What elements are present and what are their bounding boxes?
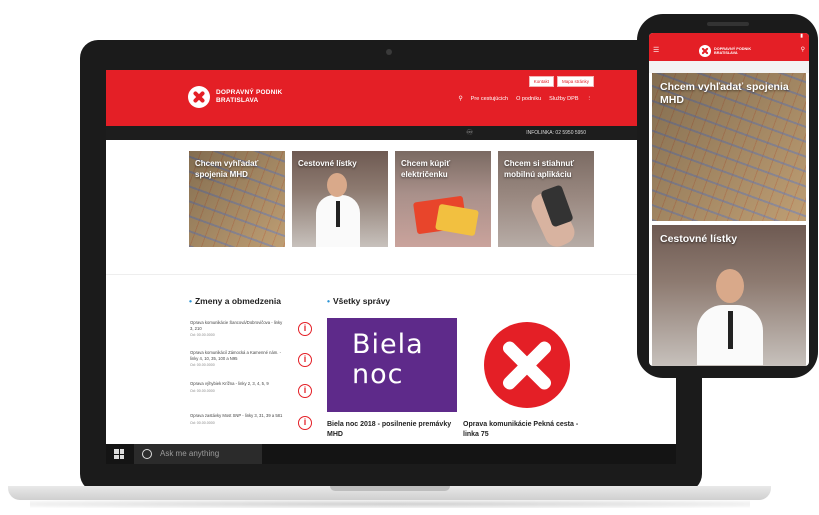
device-mockup: DOPRAVNÝ PODNIK BRATISLAVA Kontakt Mapa … [0, 0, 819, 515]
changes-heading: • Zmeny a obmedzenia [189, 296, 281, 306]
info-bar: ♾ INFOLINKA: 02 5950 5950 [106, 126, 676, 140]
more-menu-icon[interactable]: ⋮ [587, 96, 593, 102]
accessibility-icon[interactable]: ♾ [466, 128, 473, 137]
tile-route-search[interactable]: Chcem vyhľadať spojenia MHD [189, 151, 285, 247]
alert-icon: i [298, 384, 312, 398]
contact-button[interactable]: Kontakt [528, 76, 554, 87]
biela-noc-logo: Biela noc [352, 330, 424, 390]
tile-label: Chcem vyhľadať spojenia MHD [195, 159, 259, 179]
nav-item-services[interactable]: Služby DPB [549, 96, 578, 102]
top-buttons: Kontakt Mapa stránky [528, 76, 594, 87]
news-card-image-biela-noc[interactable]: Biela noc [327, 318, 457, 412]
news-card-image-oprava[interactable] [463, 318, 593, 412]
infoline: INFOLINKA: 02 5950 5950 [526, 130, 586, 136]
phone-tile-label: Cestovné lístky [660, 233, 738, 245]
divider [106, 274, 676, 275]
dpb-logo-icon [188, 86, 210, 108]
laptop-camera [386, 49, 392, 55]
logo-line1: DOPRAVNÝ PODNIK [216, 89, 283, 96]
site-header: DOPRAVNÝ PODNIK BRATISLAVA Kontakt Mapa … [106, 70, 676, 126]
changes-title: Zmeny a obmedzenia [194, 296, 281, 306]
dpb-logo-icon [484, 322, 570, 408]
battery-icon: ▮ [800, 33, 803, 39]
alert-icon: i [298, 353, 312, 367]
nav-item-passengers[interactable]: Pre cestujúcich [471, 96, 508, 102]
logo-text: DOPRAVNÝ PODNIK BRATISLAVA [216, 89, 282, 105]
news-heading: • Všetky správy [327, 296, 390, 306]
phone-logo-line2: BRATISLAVA [714, 51, 738, 55]
phone-tile-route-search[interactable]: Chcem vyhľadať spojenia MHD [652, 73, 806, 221]
news-title: Všetky správy [332, 296, 391, 306]
phone-tile-label: Chcem vyhľadať spojenia MHD [660, 81, 789, 106]
change-item[interactable]: Oprava komunikácie Šancová/Dobrovičova -… [190, 320, 286, 337]
alert-icon: i [298, 416, 312, 430]
laptop-shadow [30, 500, 750, 508]
dpb-logo-icon [699, 45, 711, 57]
change-date: Od: 00.00.0000 [190, 420, 215, 425]
phone-logo-text: DOPRAVNÝ PODNIK BRATISLAVA [714, 47, 751, 56]
news-card-title[interactable]: Biela noc 2018 - posilnenie premávky MHD [327, 420, 457, 440]
windows-start-icon[interactable] [114, 449, 124, 459]
search-icon[interactable]: ⚲ [458, 95, 462, 102]
bullet-icon: • [189, 296, 192, 306]
taskbar-search-input[interactable]: Ask me anything [160, 449, 219, 458]
tile-label: Chcem kúpiť električenku [401, 159, 451, 179]
change-item[interactable]: Oprava komunikácií Zámocká a Kamenné nám… [190, 350, 286, 367]
phone-screen: ▮ ☰ DOPRAVNÝ PODNIK BRATISLAVA ⚲ Chcem v… [649, 33, 809, 366]
change-text: Oprava komunikácie Šancová/Dobrovičova -… [190, 320, 283, 331]
phone-tile-tickets[interactable]: Cestovné lístky [652, 225, 806, 366]
biela-line1: Biela [352, 329, 424, 360]
phone-site-header: ☰ DOPRAVNÝ PODNIK BRATISLAVA ⚲ [649, 41, 809, 61]
sitemap-button[interactable]: Mapa stránky [556, 76, 594, 87]
biela-line2: noc [352, 359, 404, 390]
tile-buy-pass[interactable]: Chcem kúpiť električenku [395, 151, 491, 247]
search-icon[interactable]: ⚲ [801, 46, 805, 53]
person-tie [728, 311, 733, 349]
tile-label: Cestovné lístky [298, 159, 357, 168]
phone-dpb-logo[interactable]: DOPRAVNÝ PODNIK BRATISLAVA [699, 45, 751, 57]
card-image [435, 203, 479, 237]
dpb-logo[interactable]: DOPRAVNÝ PODNIK BRATISLAVA [188, 86, 282, 108]
laptop-notch [330, 486, 450, 491]
news-card-title[interactable]: Oprava komunikácie Pekná cesta - linka 7… [463, 420, 593, 440]
phone-spacer [649, 61, 809, 73]
change-item[interactable]: Oprava výhybiek Krížna - linky 2, 3, 4, … [190, 381, 286, 393]
person-head [327, 173, 347, 197]
windows-taskbar: Ask me anything [106, 444, 676, 464]
change-item[interactable]: Oprava zastávky Most SNP - linky 3, 31, … [190, 413, 286, 425]
main-nav: ⚲ Pre cestujúcich O podniku Služby DPB ⋮ [458, 95, 593, 103]
alert-icon: i [298, 322, 312, 336]
change-text: Oprava výhybiek Krížna - linky 2, 3, 4, … [190, 381, 269, 386]
laptop-screen: DOPRAVNÝ PODNIK BRATISLAVA Kontakt Mapa … [106, 70, 676, 464]
tile-label: Chcem si stiahnuť mobilnú aplikáciu [504, 159, 575, 179]
phone-status-bar: ▮ [649, 33, 809, 41]
logo-line2: BRATISLAVA [216, 97, 259, 104]
nav-item-company[interactable]: O podniku [516, 96, 541, 102]
tile-mobile-app[interactable]: Chcem si stiahnuť mobilnú aplikáciu [498, 151, 594, 247]
change-text: Oprava zastávky Most SNP - linky 3, 31, … [190, 413, 283, 418]
phone-speaker [707, 22, 749, 26]
change-date: Od: 00.00.0000 [190, 333, 215, 338]
hamburger-icon[interactable]: ☰ [653, 46, 661, 54]
tile-tickets[interactable]: Cestovné lístky [292, 151, 388, 247]
change-text: Oprava komunikácií Zámocká a Kamenné nám… [190, 350, 282, 361]
change-date: Od: 00.00.0000 [190, 388, 215, 393]
bullet-icon: • [327, 296, 330, 306]
cortana-icon[interactable] [142, 449, 152, 459]
person-tie [336, 201, 340, 227]
change-date: Od: 00.00.0000 [190, 363, 215, 368]
person-head [716, 269, 744, 303]
